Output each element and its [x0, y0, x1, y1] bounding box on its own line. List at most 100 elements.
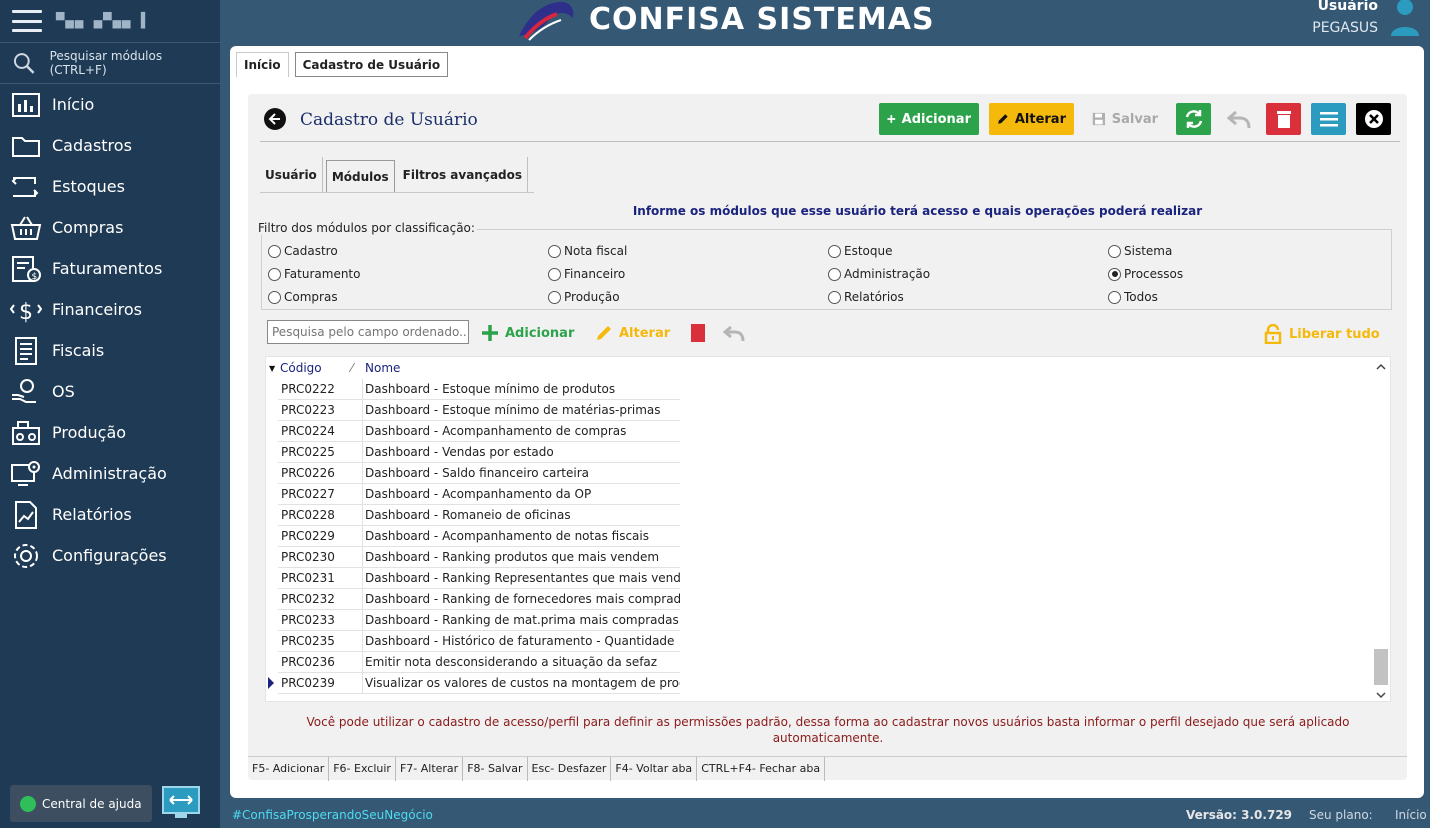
- table-row[interactable]: PRC0239 Visualizar os valores de custos n…: [268, 673, 680, 694]
- cell-codigo: PRC0232: [278, 589, 363, 609]
- plan-value: Início: [1395, 807, 1427, 822]
- filter-radio-6[interactable]: Administração: [828, 267, 930, 281]
- radio-button[interactable]: [268, 267, 281, 281]
- grid-add-button[interactable]: Adicionar: [481, 324, 574, 342]
- cell-codigo: PRC0225: [278, 442, 363, 462]
- refresh-button[interactable]: [1176, 103, 1211, 135]
- filter-radio-2[interactable]: Estoque: [828, 244, 893, 258]
- table-row[interactable]: PRC0225 Dashboard - Vendas por estado: [278, 442, 680, 463]
- table-row[interactable]: PRC0233 Dashboard - Ranking de mat.prima …: [278, 610, 680, 631]
- scrollbar-thumb[interactable]: [1374, 649, 1388, 685]
- sidebar-item-fiscais[interactable]: Fiscais: [0, 330, 220, 371]
- alter-label: Alterar: [1014, 111, 1066, 127]
- filter-radio-1[interactable]: Nota fiscal: [548, 244, 627, 258]
- tab-filtros-avancados[interactable]: Filtros avançados: [398, 157, 529, 192]
- filter-radio-0[interactable]: Cadastro: [268, 244, 338, 258]
- close-icon: [1364, 110, 1383, 128]
- table-row[interactable]: PRC0226 Dashboard - Saldo financeiro cart…: [278, 463, 680, 484]
- shortcut-bar: F5- Adicionar F6- Excluir F7- Alterar F8- S…: [248, 756, 1407, 781]
- sidebar-item-administracao[interactable]: Administração: [0, 453, 220, 494]
- tab-usuario[interactable]: Usuário: [260, 157, 323, 192]
- tab-cadastro-usuario[interactable]: Cadastro de Usuário: [294, 52, 449, 77]
- hamburger-menu-icon[interactable]: [12, 10, 42, 32]
- remote-access-icon[interactable]: [162, 786, 200, 820]
- radio-label: Administração: [844, 267, 931, 281]
- table-row[interactable]: PRC0235 Dashboard - Histórico de faturame…: [278, 631, 680, 652]
- module-search[interactable]: Pesquisar módulos (CTRL+F): [0, 42, 220, 84]
- filter-radio-5[interactable]: Financeiro: [548, 267, 625, 281]
- radio-button[interactable]: [548, 244, 561, 258]
- close-button[interactable]: [1356, 103, 1391, 135]
- sidebar-item-inicio[interactable]: Início: [0, 84, 220, 125]
- sidebar-item-relatorios[interactable]: Relatórios: [0, 494, 220, 535]
- sidebar-item-compras[interactable]: Compras: [0, 207, 220, 248]
- table-row[interactable]: PRC0222 Dashboard - Estoque mínimo de pro…: [278, 379, 680, 400]
- filter-radio-3[interactable]: Sistema: [1108, 244, 1172, 258]
- table-row[interactable]: PRC0236 Emitir nota desconsiderando a sit…: [278, 652, 680, 673]
- radio-button[interactable]: [268, 244, 281, 258]
- column-header-codigo[interactable]: Código: [280, 361, 351, 375]
- grid-alter-button[interactable]: Alterar: [595, 324, 670, 342]
- logo-text: CONFISA SISTEMAS: [589, 1, 935, 37]
- alter-button[interactable]: Alterar: [989, 103, 1074, 135]
- cell-codigo: PRC0231: [278, 568, 363, 588]
- delete-button[interactable]: [1266, 103, 1301, 135]
- table-row[interactable]: PRC0223 Dashboard - Estoque mínimo de mat…: [278, 400, 680, 421]
- column-header-nome[interactable]: Nome: [365, 361, 400, 375]
- radio-button[interactable]: [548, 290, 561, 304]
- table-row[interactable]: PRC0229 Dashboard - Acompanhamento de not…: [278, 526, 680, 547]
- radio-button[interactable]: [268, 290, 281, 304]
- sidebar-item-cadastros[interactable]: Cadastros: [0, 125, 220, 166]
- help-center-button[interactable]: Central de ajuda: [10, 785, 152, 822]
- table-row[interactable]: PRC0227 Dashboard - Acompanhamento da OP: [278, 484, 680, 505]
- filter-radio-4[interactable]: Faturamento: [268, 267, 360, 281]
- radio-button[interactable]: [548, 267, 561, 281]
- table-row[interactable]: PRC0228 Dashboard - Romaneio de oficinas: [278, 505, 680, 526]
- filter-radio-7[interactable]: Processos: [1108, 267, 1183, 281]
- user-avatar-icon[interactable]: [1388, 0, 1422, 38]
- table-row[interactable]: PRC0232 Dashboard - Ranking de fornecedor…: [278, 589, 680, 610]
- back-arrow-icon[interactable]: [264, 108, 286, 130]
- filter-radio-9[interactable]: Produção: [548, 290, 620, 304]
- filter-radio-8[interactable]: Compras: [268, 290, 338, 304]
- chevron-up-icon[interactable]: [1372, 359, 1390, 375]
- radio-button[interactable]: [828, 290, 841, 304]
- radio-button[interactable]: [1108, 290, 1121, 304]
- radio-label: Estoque: [844, 244, 893, 258]
- table-row[interactable]: PRC0224 Dashboard - Acompanhamento de com…: [278, 421, 680, 442]
- sidebar-item-configuracoes[interactable]: Configurações: [0, 535, 220, 576]
- sidebar-item-faturamentos[interactable]: $ Faturamentos: [0, 248, 220, 289]
- grid-undo-button[interactable]: [723, 324, 745, 342]
- main-panel: Início Cadastro de Usuário Cadastro de U…: [230, 46, 1424, 798]
- undo-button[interactable]: [1221, 103, 1256, 135]
- release-all-button[interactable]: Liberar tudo: [1263, 324, 1380, 344]
- tab-modulos[interactable]: Módulos: [325, 160, 395, 192]
- radio-label: Processos: [1124, 267, 1184, 281]
- radio-button[interactable]: [828, 267, 841, 281]
- chevron-down-icon[interactable]: [1372, 687, 1390, 703]
- tab-inicio[interactable]: Início: [236, 52, 289, 77]
- admin-icon: [11, 460, 40, 486]
- radio-button[interactable]: [1108, 267, 1121, 281]
- radio-button[interactable]: [1108, 244, 1121, 258]
- grid-scrollbar[interactable]: [1372, 357, 1390, 703]
- sidebar-item-financeiros[interactable]: $ Financeiros: [0, 289, 220, 330]
- save-button[interactable]: Salvar: [1084, 103, 1166, 135]
- report-icon: [15, 500, 37, 529]
- menu-button[interactable]: [1311, 103, 1346, 135]
- hashtag-link[interactable]: #ConfisaProsperandoSeuNegócio: [232, 808, 433, 822]
- filter-radio-10[interactable]: Relatórios: [828, 290, 904, 304]
- grid-delete-button[interactable]: [691, 324, 705, 342]
- sidebar-item-os[interactable]: OS: [0, 371, 220, 412]
- sidebar-item-estoques[interactable]: Estoques: [0, 166, 220, 207]
- svg-text:$: $: [32, 272, 38, 282]
- table-row[interactable]: PRC0230 Dashboard - Ranking produtos que …: [278, 547, 680, 568]
- filter-radio-11[interactable]: Todos: [1108, 290, 1158, 304]
- cell-nome: Visualizar os valores de custos na monta…: [365, 676, 680, 690]
- grid-search-input[interactable]: [267, 320, 469, 344]
- sidebar-item-producao[interactable]: Produção: [0, 412, 220, 453]
- radio-button[interactable]: [828, 244, 841, 258]
- table-row[interactable]: PRC0231 Dashboard - Ranking Representante…: [278, 568, 680, 589]
- form-container: Cadastro de Usuário Adicionar Alterar Sa…: [248, 94, 1407, 781]
- add-button[interactable]: Adicionar: [879, 103, 979, 135]
